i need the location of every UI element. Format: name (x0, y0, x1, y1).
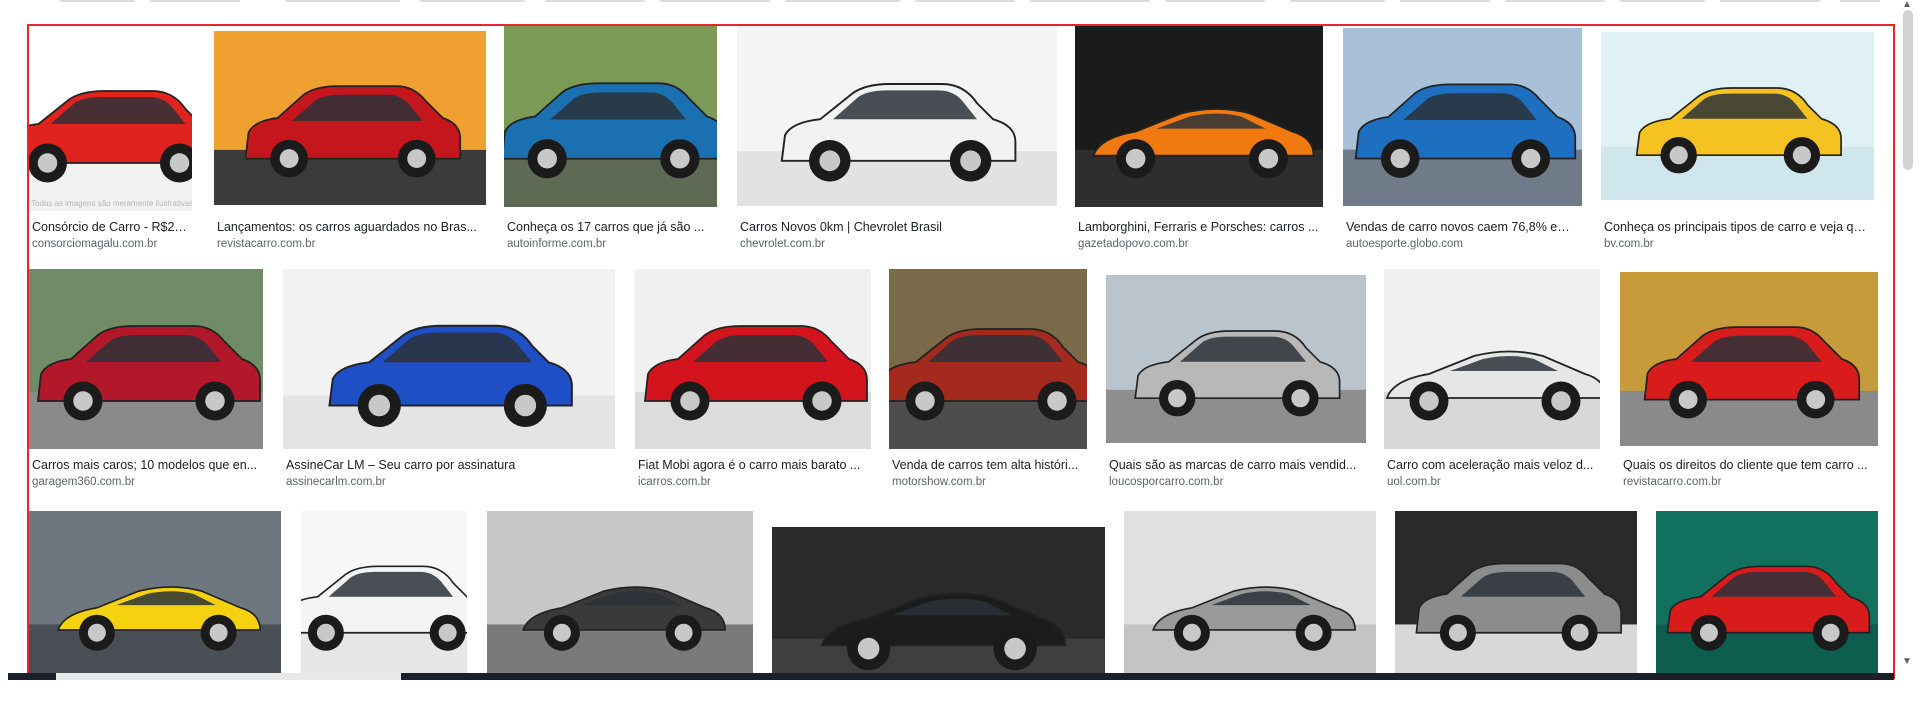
image-result[interactable] (772, 527, 1105, 677)
result-source[interactable]: motorshow.com.br (892, 476, 1083, 488)
result-source[interactable]: gazetadopovo.com.br (1078, 238, 1319, 250)
result-thumbnail[interactable] (29, 511, 281, 677)
result-source[interactable]: consorciomagalu.com.br (32, 238, 188, 250)
filter-chip[interactable] (1400, 0, 1490, 2)
filter-chip[interactable] (420, 0, 525, 2)
filter-chip[interactable] (285, 0, 400, 2)
image-result[interactable] (29, 511, 281, 677)
image-result[interactable] (1124, 511, 1376, 677)
filter-chip[interactable] (1290, 0, 1385, 2)
image-result[interactable]: Carros mais caros; 10 modelos que en... … (29, 269, 263, 491)
result-thumbnail[interactable]: Todas as imagens são meramente ilustrati… (29, 31, 192, 211)
result-source[interactable]: uol.com.br (1387, 476, 1596, 488)
result-title[interactable]: AssineCar LM – Seu carro por assinatura (286, 458, 611, 472)
image-result[interactable]: Carros Novos 0km | Chevrolet Brasil chev… (737, 26, 1057, 251)
result-title[interactable]: Carro com aceleração mais veloz d... (1387, 458, 1596, 472)
image-result[interactable] (487, 511, 753, 677)
image-result[interactable]: Quais os direitos do cliente que tem car… (1620, 272, 1878, 491)
image-result[interactable]: Fiat Mobi agora é o carro mais barato ..… (635, 269, 871, 491)
result-thumbnail[interactable] (1601, 32, 1874, 200)
filter-chip[interactable] (1720, 0, 1820, 2)
result-title[interactable]: Consórcio de Carro - R$25... (32, 220, 188, 234)
filter-chip[interactable] (150, 0, 240, 2)
taskbar-search-box[interactable] (56, 673, 401, 680)
filter-chip[interactable] (1505, 0, 1605, 2)
result-thumbnail[interactable] (889, 269, 1087, 449)
result-title[interactable]: Carros Novos 0km | Chevrolet Brasil (740, 220, 1053, 234)
result-title[interactable]: Venda de carros tem alta históri... (892, 458, 1083, 472)
filter-chip[interactable] (1165, 0, 1265, 2)
result-title[interactable]: Conheça os principais tipos de carro e v… (1604, 220, 1870, 234)
result-title[interactable]: Conheça os 17 carros que já são ... (507, 220, 713, 234)
vertical-scrollbar[interactable]: ▲ ▼ (1896, 0, 1920, 680)
image-result[interactable]: Carro com aceleração mais veloz d... uol… (1384, 269, 1600, 491)
result-source[interactable]: autoesporte.globo.com (1346, 238, 1578, 250)
result-source[interactable]: revistacarro.com.br (217, 238, 482, 250)
result-thumbnail[interactable] (487, 511, 753, 677)
result-thumbnail[interactable] (301, 511, 467, 677)
result-title[interactable]: Carros mais caros; 10 modelos que en... (32, 458, 259, 472)
filter-chip[interactable] (785, 0, 900, 2)
result-thumbnail[interactable] (772, 527, 1105, 677)
result-source[interactable]: revistacarro.com.br (1623, 476, 1874, 488)
scroll-up-icon[interactable]: ▲ (1902, 0, 1912, 10)
result-source[interactable]: icarros.com.br (638, 476, 867, 488)
result-thumbnail[interactable] (1384, 269, 1600, 449)
result-title[interactable]: Quais são as marcas de carro mais vendid… (1109, 458, 1362, 472)
result-thumbnail[interactable] (1395, 511, 1637, 677)
image-result[interactable]: Vendas de carro novos caem 76,8% em ... … (1343, 28, 1582, 251)
result-source[interactable]: garagem360.com.br (32, 476, 259, 488)
result-title[interactable]: Quais os direitos do cliente que tem car… (1623, 458, 1874, 472)
image-result[interactable]: Quais são as marcas de carro mais vendid… (1106, 275, 1366, 491)
filter-chip[interactable] (915, 0, 1015, 2)
filter-chip[interactable] (1620, 0, 1705, 2)
filter-chip-bar (0, 0, 1890, 4)
scrollbar-thumb[interactable] (1903, 10, 1913, 170)
filter-chip[interactable] (1030, 0, 1150, 2)
image-result[interactable]: Conheça os 17 carros que já são ... auto… (504, 26, 717, 251)
result-title[interactable]: Lançamentos: os carros aguardados no Bra… (217, 220, 482, 234)
result-thumbnail[interactable] (1656, 511, 1878, 677)
filter-chip[interactable] (660, 0, 770, 2)
result-title[interactable]: Vendas de carro novos caem 76,8% em ... (1346, 220, 1578, 234)
result-thumbnail[interactable] (1620, 272, 1878, 446)
result-thumbnail[interactable] (504, 26, 717, 207)
image-result[interactable]: Conheça os principais tipos de carro e v… (1601, 32, 1874, 251)
result-thumbnail[interactable] (29, 269, 263, 449)
result-source[interactable]: loucosporcarro.com.br (1109, 476, 1362, 488)
image-result[interactable]: AssineCar LM – Seu carro por assinatura … (283, 269, 615, 491)
result-thumbnail[interactable] (214, 31, 486, 205)
filter-chip[interactable] (545, 0, 645, 2)
result-title[interactable]: Lamborghini, Ferraris e Porsches: carros… (1078, 220, 1319, 234)
watermark-text: Todas as imagens são meramente ilustrati… (31, 199, 192, 208)
image-result[interactable] (1395, 511, 1637, 677)
result-source[interactable]: autoinforme.com.br (507, 238, 713, 250)
result-thumbnail[interactable] (1124, 511, 1376, 677)
scroll-down-icon[interactable]: ▼ (1902, 657, 1912, 667)
result-thumbnail[interactable] (283, 269, 615, 449)
result-thumbnail[interactable] (1343, 28, 1582, 206)
result-title[interactable]: Fiat Mobi agora é o carro mais barato ..… (638, 458, 867, 472)
result-thumbnail[interactable] (635, 269, 871, 449)
image-result[interactable]: Lançamentos: os carros aguardados no Bra… (214, 31, 486, 251)
result-thumbnail[interactable] (1075, 26, 1323, 207)
image-result[interactable] (1656, 511, 1878, 677)
image-result[interactable]: Venda de carros tem alta históri... moto… (889, 269, 1087, 491)
result-source[interactable]: bv.com.br (1604, 238, 1870, 250)
result-thumbnail[interactable] (1106, 275, 1366, 443)
filter-chip[interactable] (60, 0, 135, 2)
image-result[interactable]: Lamborghini, Ferraris e Porsches: carros… (1075, 26, 1323, 251)
result-thumbnail[interactable] (737, 26, 1057, 206)
image-result[interactable]: Todas as imagens são meramente ilustrati… (29, 31, 192, 251)
image-result[interactable] (301, 511, 467, 677)
taskbar (8, 673, 1894, 680)
result-source[interactable]: assinecarlm.com.br (286, 476, 611, 488)
filter-chip[interactable] (1840, 0, 1880, 2)
result-source[interactable]: chevrolet.com.br (740, 238, 1053, 250)
image-results-grid: Todas as imagens são meramente ilustrati… (27, 24, 1895, 679)
